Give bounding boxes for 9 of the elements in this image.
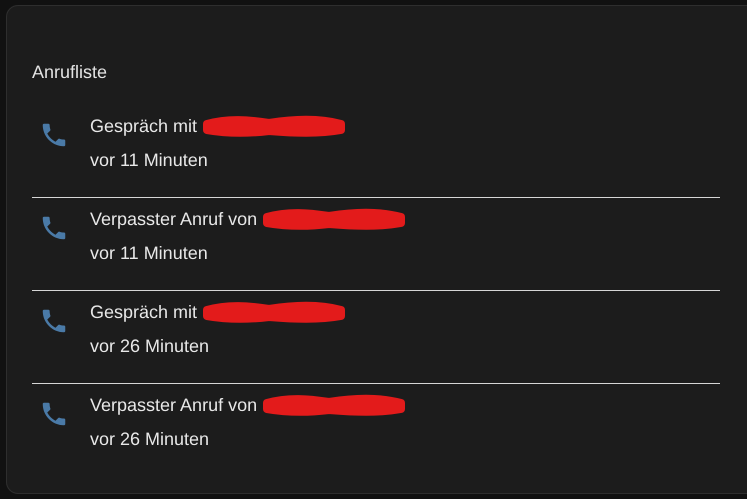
card-title: Anrufliste <box>32 62 108 83</box>
call-time: vor 26 Minuten <box>90 429 210 450</box>
call-title: Gespräch mit <box>90 302 198 322</box>
call-time: vor 11 Minuten <box>90 243 209 264</box>
call-time: vor 11 Minuten <box>90 150 209 171</box>
call-title: Verpasster Anruf von <box>90 208 258 230</box>
call-time: vor 26 Minuten <box>90 336 210 357</box>
call-title: Verpasster Anruf von <box>90 394 258 416</box>
call-title: Gespräch mit <box>90 116 198 136</box>
